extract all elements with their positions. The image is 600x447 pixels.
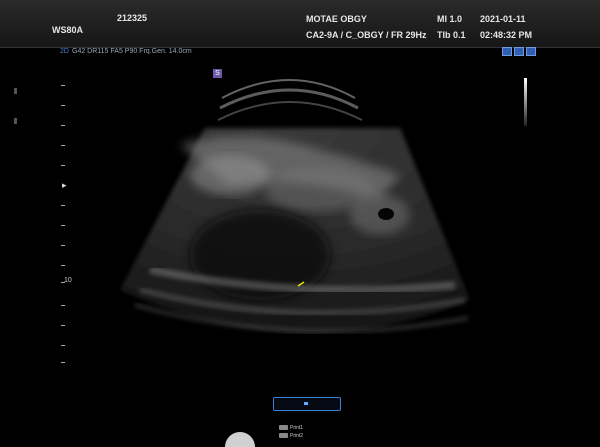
depth-tick <box>61 245 65 246</box>
depth-tick <box>61 105 65 106</box>
depth-tick <box>61 225 65 226</box>
depth-tick <box>61 125 65 126</box>
depth-tick <box>61 165 65 166</box>
ultrasound-image <box>120 79 470 334</box>
print1-label: Print1 <box>290 425 304 431</box>
depth-tick <box>61 325 65 326</box>
depth-label: 10 <box>64 277 72 284</box>
grayscale-bar <box>524 78 527 126</box>
depth-tick <box>61 205 65 206</box>
depth-tick <box>61 345 65 346</box>
image-marker: S <box>213 69 222 78</box>
cine-position-indicator[interactable] <box>304 402 308 405</box>
focus-marker-icon[interactable]: ▸ <box>62 180 67 191</box>
depth-tick <box>61 362 65 363</box>
depth-tick <box>61 85 65 86</box>
printer-icon <box>279 433 288 439</box>
depth-tick <box>61 265 65 266</box>
print1-item[interactable]: Print1 <box>279 425 303 431</box>
printer-icon <box>279 425 288 431</box>
cine-scroll-bar[interactable] <box>273 397 341 411</box>
print2-label: Print2 <box>290 433 304 439</box>
depth-tick <box>61 305 65 306</box>
print2-item[interactable]: Print2 <box>279 433 303 439</box>
depth-tick <box>61 145 65 146</box>
